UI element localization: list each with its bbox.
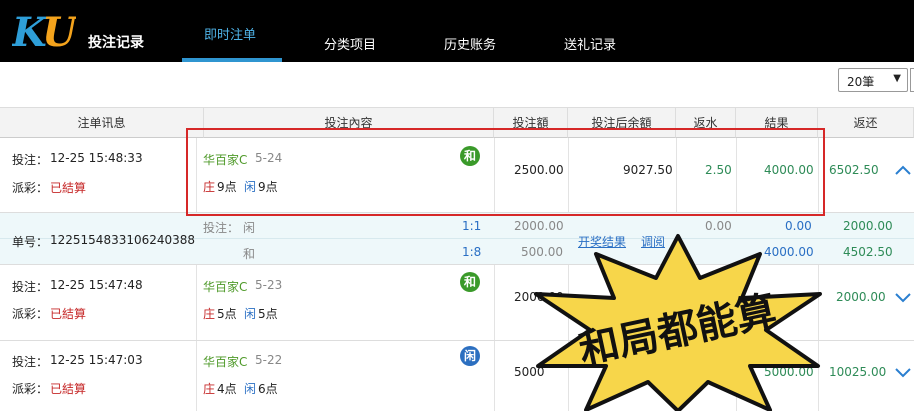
detail-line-rebate: 0.00 (705, 219, 732, 233)
dropdown-arrow-icon: ▼ (893, 73, 901, 84)
player-label: 闲 (244, 382, 257, 396)
tab-live-bets[interactable]: 即时注单 (204, 24, 256, 43)
page-size-value: 20筆 (847, 75, 875, 89)
promo-starburst: 和局都能算 (534, 234, 822, 411)
chevron-down-icon[interactable] (895, 291, 911, 303)
round-number: 5-22 (255, 353, 283, 367)
bet-time: 12-25 15:48:33 (50, 151, 143, 165)
detail-bet-label: 投注： (203, 221, 240, 235)
chevron-up-icon[interactable] (895, 164, 911, 176)
bet-time: 12-25 15:47:03 (50, 353, 143, 367)
page-title: 投注记录 (88, 35, 144, 51)
detail-line-amount: 2000.00 (514, 219, 564, 233)
tab-categories[interactable]: 分类项目 (324, 34, 376, 53)
outcome-badge: 闲 (460, 346, 480, 366)
toolbar-edge-button[interactable] (910, 68, 914, 92)
col-header-bet-info: 注单讯息 (0, 108, 204, 138)
highlight-box (186, 128, 825, 216)
player-points: 5点 (258, 307, 278, 321)
detail-line-name: 和 (243, 247, 256, 261)
chevron-down-icon[interactable] (895, 366, 911, 378)
top-navigation-bar: K U 投注记录 即时注单 分类项目 历史账务 送礼记录 (0, 0, 914, 62)
banker-points: 4点 (217, 382, 237, 396)
player-label: 闲 (244, 307, 257, 321)
payout-label: 派彩： (12, 181, 49, 195)
tab-history[interactable]: 历史账务 (444, 34, 496, 53)
bet-time-label: 投注： (12, 153, 49, 167)
bet-time-label: 投注： (12, 355, 49, 369)
return-value: 2000.00 (836, 290, 886, 304)
bet-time: 12-25 15:47:48 (50, 278, 143, 292)
page-size-select[interactable]: 20筆 ▼ (838, 68, 908, 92)
banker-label: 庄 (203, 382, 216, 396)
payout-label: 派彩： (12, 307, 49, 321)
detail-line-name: 闲 (243, 221, 256, 235)
banker-label: 庄 (203, 307, 216, 321)
player-points: 6点 (258, 382, 278, 396)
bet-time-label: 投注： (12, 280, 49, 294)
detail-line-odds: 1:8 (462, 245, 482, 259)
outcome-badge: 和 (460, 272, 480, 292)
detail-line-odds: 1:1 (462, 219, 482, 233)
payout-label: 派彩： (12, 382, 49, 396)
toolbar (0, 62, 914, 108)
order-number-label: 单号： (12, 235, 49, 249)
round-number: 5-23 (255, 278, 283, 292)
payout-status: 已結算 (50, 181, 87, 195)
detail-line-return: 4502.50 (843, 245, 893, 259)
game-name: 华百家C (203, 355, 248, 369)
svg-text:U: U (42, 10, 76, 54)
detail-line-return: 2000.00 (843, 219, 893, 233)
ku-logo: K U (12, 10, 76, 54)
game-name: 华百家C (203, 280, 248, 294)
return-value: 6502.50 (829, 163, 879, 177)
order-number: 1225154833106240388 (50, 233, 196, 247)
col-header-return: 返还 (818, 108, 914, 138)
payout-status: 已結算 (50, 307, 87, 321)
return-value: 10025.00 (829, 365, 887, 379)
payout-status: 已結算 (50, 382, 87, 396)
detail-line-result: 0.00 (785, 219, 812, 233)
tab-gifts[interactable]: 送礼记录 (564, 34, 616, 53)
banker-points: 5点 (217, 307, 237, 321)
